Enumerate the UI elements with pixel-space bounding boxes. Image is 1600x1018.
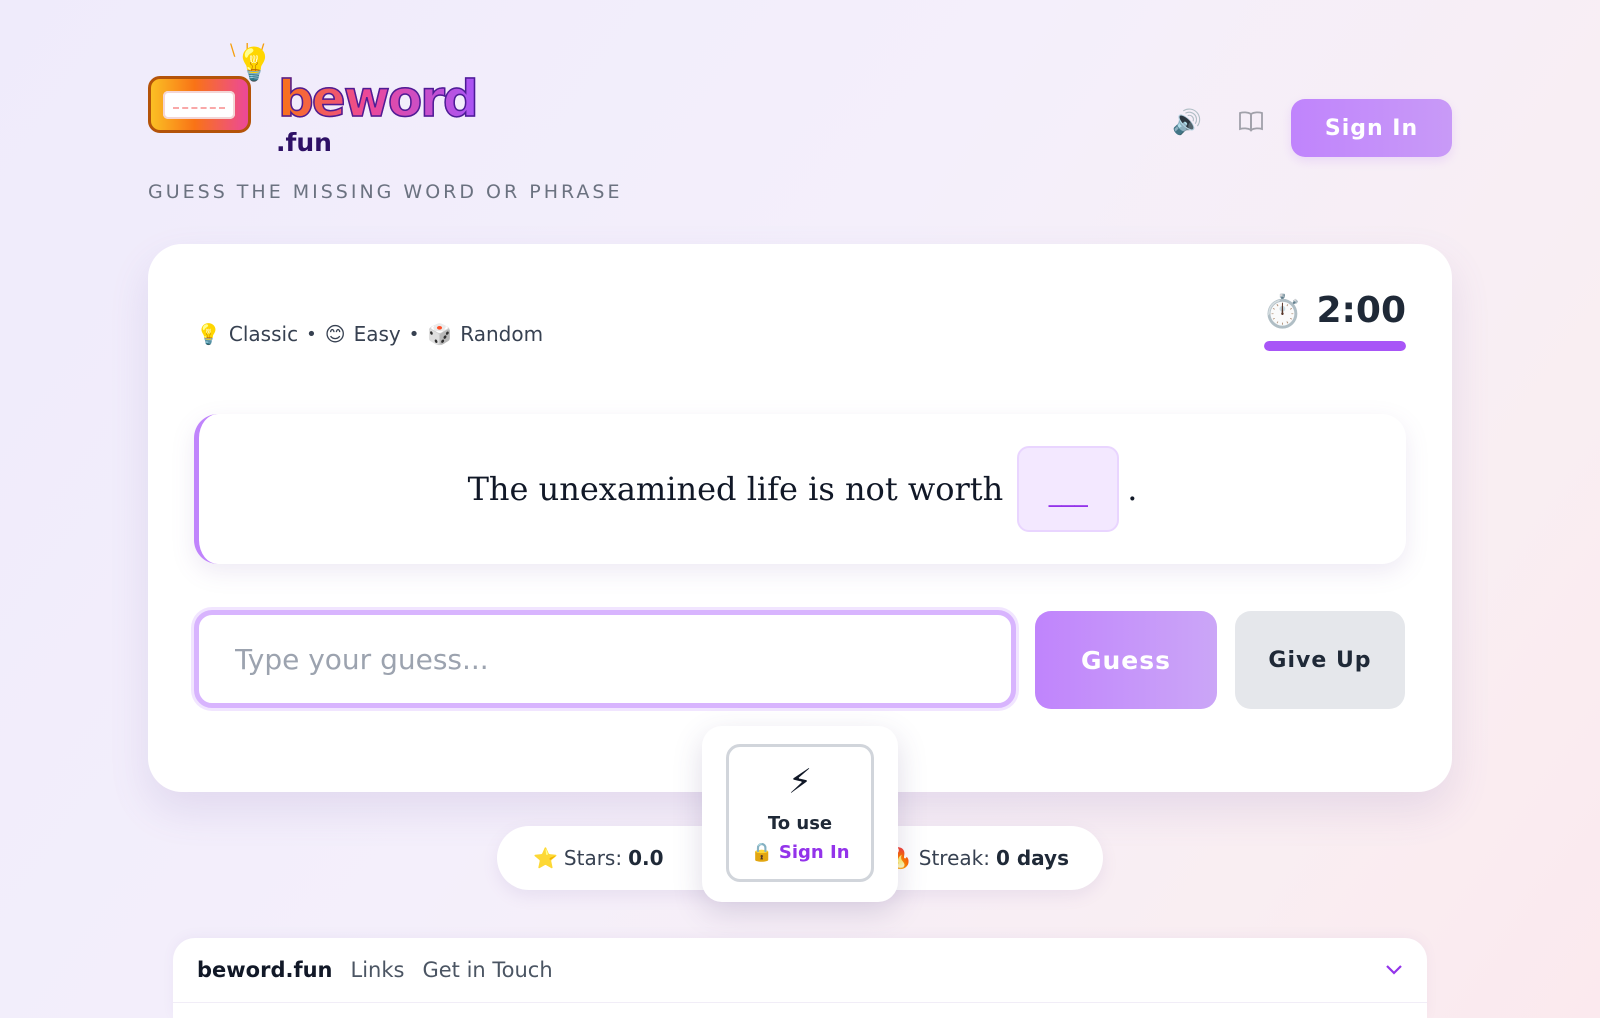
separator: • <box>306 323 317 345</box>
popup-inner[interactable]: ⚡ To use 🔒 Sign In <box>726 744 874 882</box>
timer-value: 2:00 <box>1316 290 1406 331</box>
speaker-icon[interactable]: 🔊 <box>1172 110 1202 134</box>
footer-brand[interactable]: beword.fun <box>197 958 333 982</box>
lightning-icon: ⚡ <box>788 762 812 802</box>
book-icon[interactable] <box>1238 110 1264 136</box>
difficulty-label: Easy <box>353 322 401 346</box>
popup-sign-in-label[interactable]: Sign In <box>779 842 850 863</box>
footer-divider <box>173 1002 1427 1003</box>
guess-button[interactable]: Guess <box>1035 611 1217 709</box>
lightbulb-icon: 💡 <box>234 45 274 83</box>
streak-label: Streak: <box>918 846 990 870</box>
logo[interactable]: \ | / 💡 beword .fun <box>148 40 479 166</box>
guess-input[interactable] <box>194 610 1016 708</box>
separator: • <box>408 323 420 345</box>
star-icon: ⭐ <box>533 846 558 870</box>
phrase-end: . <box>1127 470 1138 508</box>
give-up-button[interactable]: Give Up <box>1235 611 1405 709</box>
stars-stat: ⭐ Stars: 0.0 <box>533 846 664 870</box>
phrase-box: The unexamined life is not worth ___ . <box>194 414 1406 564</box>
stars-value: 0.0 <box>628 846 664 870</box>
stars-label: Stars: <box>563 846 623 870</box>
dice-icon: 🎲 <box>427 322 453 346</box>
sign-in-required-popup: ⚡ To use 🔒 Sign In <box>702 726 898 902</box>
popup-text: To use <box>767 813 833 834</box>
streak-value: 0 days <box>995 846 1069 870</box>
streak-stat: 🔥 Streak: 0 days <box>888 846 1069 870</box>
lightbulb-icon: 💡 <box>196 322 221 346</box>
tagline: GUESS THE MISSING WORD OR PHRASE <box>148 181 623 203</box>
footer: beword.fun Links Get in Touch <box>173 938 1427 1018</box>
sign-in-button[interactable]: Sign In <box>1291 99 1452 157</box>
smile-icon: 😊 <box>324 322 346 346</box>
footer-link-links[interactable]: Links <box>351 958 405 982</box>
logo-word: beword <box>277 70 479 128</box>
mode-label: Classic <box>228 322 299 346</box>
timer-progress-bar <box>1264 341 1406 351</box>
phrase-text: The unexamined life is not worth <box>467 470 1004 508</box>
chevron-down-icon[interactable] <box>1385 956 1403 980</box>
timer: ⏱️ 2:00 <box>1262 290 1406 351</box>
category-label: Random <box>460 322 544 346</box>
lock-icon: 🔒 <box>750 842 773 863</box>
missing-word-blank: ___ <box>1017 446 1120 532</box>
game-meta: 💡 Classic • 😊 Easy • 🎲 Random <box>196 322 543 346</box>
game-card: 💡 Classic • 😊 Easy • 🎲 Random ⏱️ 2:00 Th… <box>148 244 1452 792</box>
timer-progress-fill <box>1264 341 1406 351</box>
stopwatch-icon: ⏱️ <box>1262 291 1303 330</box>
logo-box-graphic <box>148 76 251 133</box>
footer-link-get-in-touch[interactable]: Get in Touch <box>422 958 552 982</box>
logo-suffix: .fun <box>276 128 332 157</box>
popup-sign-in-link[interactable]: 🔒 Sign In <box>729 842 871 863</box>
